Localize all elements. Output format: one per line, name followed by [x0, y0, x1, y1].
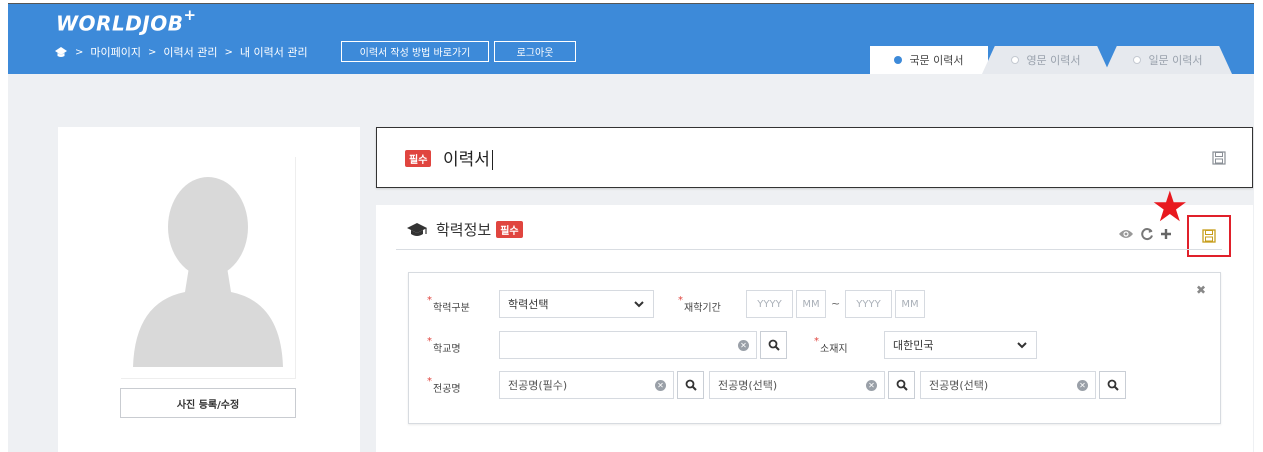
clear-icon[interactable]: ✕: [866, 380, 877, 391]
star-marker-icon: ★: [1151, 182, 1189, 231]
breadcrumb-item-mypage[interactable]: 마이페이지: [90, 44, 141, 60]
period-label: 재학기간: [678, 295, 721, 314]
resume-language-tabs: 국문 이력서 영문 이력서 일문 이력서: [868, 46, 1232, 74]
resume-title-card[interactable]: 필수 이력서: [376, 127, 1253, 188]
search-icon: [685, 379, 697, 391]
radio-selected-icon: [894, 56, 903, 64]
major-search-button-2[interactable]: [888, 371, 915, 399]
radio-empty-icon: [1011, 56, 1020, 64]
major-input-1-placeholder: 전공명(필수): [508, 379, 568, 392]
resume-title-input[interactable]: 이력서: [443, 145, 493, 170]
end-year-input[interactable]: YYYY: [845, 290, 892, 318]
start-year-input[interactable]: YYYY: [746, 290, 793, 318]
clear-icon[interactable]: ✕: [1077, 380, 1088, 391]
degree-label: 학력구분: [427, 295, 470, 314]
school-input[interactable]: ✕: [499, 331, 757, 359]
breadcrumb: > 마이페이지 > 이력서 관리 > 내 이력서 관리: [54, 44, 308, 60]
major-input-3[interactable]: 전공명(선택) ✕: [920, 371, 1096, 399]
school-search-button[interactable]: [760, 331, 787, 359]
tab-label: 국문 이력서: [909, 54, 964, 67]
chevron-down-icon: [634, 301, 644, 308]
page: WORLDJOB+ > 마이페이지 > 이력서 관리 > 내 이력서 관리 이력…: [8, 3, 1254, 452]
search-icon: [768, 339, 780, 351]
avatar-silhouette-icon: [133, 177, 283, 367]
save-icon[interactable]: [1212, 151, 1226, 165]
major-label: 전공명: [427, 376, 461, 395]
degree-select-value: 학력선택: [508, 298, 549, 311]
location-select-value: 대한민국: [893, 339, 934, 352]
search-icon: [1107, 379, 1119, 391]
chevron-down-icon: [1017, 342, 1027, 349]
major-input-2[interactable]: 전공명(선택) ✕: [709, 371, 885, 399]
breadcrumb-item-resume-manage[interactable]: 이력서 관리: [163, 44, 217, 60]
breadcrumb-separator: >: [224, 46, 233, 58]
major-input-3-placeholder: 전공명(선택): [929, 379, 989, 392]
header: WORLDJOB+ > 마이페이지 > 이력서 관리 > 내 이력서 관리 이력…: [8, 4, 1254, 74]
end-month-input[interactable]: MM: [895, 290, 925, 318]
major-search-button-1[interactable]: [677, 371, 704, 399]
photo-upload-button[interactable]: 사진 등록/수정: [120, 388, 296, 418]
save-highlight-box[interactable]: [1187, 215, 1231, 257]
major-input-2-placeholder: 전공명(선택): [718, 379, 778, 392]
divider: [396, 249, 1222, 250]
tab-korean-resume[interactable]: 국문 이력서: [870, 46, 988, 74]
education-form: ✖ 학력구분 학력선택 재학기간 YYYY MM ~ YYYY MM 학교명 ✕…: [408, 272, 1221, 424]
eye-icon[interactable]: [1118, 228, 1134, 240]
close-icon[interactable]: ✖: [1196, 283, 1206, 297]
logo[interactable]: WORLDJOB+: [56, 6, 197, 36]
search-icon: [896, 379, 908, 391]
logout-button[interactable]: 로그아웃: [494, 41, 576, 62]
education-card: 학력정보 필수 ★ ✖ * 학력구분 학력선택 * 재학기간 YYYY MM ~…: [376, 186, 1253, 452]
tab-label: 일문 이력서: [1148, 54, 1203, 67]
radio-empty-icon: [1133, 56, 1142, 64]
location-label: 소재지: [814, 336, 848, 355]
location-select[interactable]: 대한민국: [884, 331, 1037, 359]
period-tilde: ~: [831, 297, 841, 310]
breadcrumb-separator: >: [148, 46, 157, 58]
resume-guide-button[interactable]: 이력서 작성 방법 바로가기: [341, 41, 489, 62]
required-badge: 필수: [405, 150, 432, 167]
tab-japanese-resume[interactable]: 일문 이력서: [1104, 46, 1232, 74]
profile-photo-placeholder: [121, 157, 296, 379]
education-title: 학력정보: [436, 221, 492, 239]
education-header: 학력정보 필수: [406, 219, 523, 240]
tab-label: 영문 이력서: [1026, 54, 1081, 67]
graduation-cap-icon: [407, 222, 427, 236]
breadcrumb-separator: >: [75, 46, 84, 58]
resume-title-value: 이력서: [443, 150, 490, 170]
clear-icon[interactable]: ✕: [738, 340, 749, 351]
start-month-input[interactable]: MM: [796, 290, 826, 318]
clear-icon[interactable]: ✕: [655, 380, 666, 391]
text-caret: [491, 150, 493, 170]
major-input-1[interactable]: 전공명(필수) ✕: [499, 371, 674, 399]
photo-panel: 사진 등록/수정: [58, 127, 360, 452]
breadcrumb-item-my-resume[interactable]: 내 이력서 관리: [240, 44, 308, 60]
school-label: 학교명: [427, 336, 461, 355]
tab-english-resume[interactable]: 영문 이력서: [982, 46, 1110, 74]
required-badge: 필수: [496, 221, 523, 238]
major-search-button-3[interactable]: [1099, 371, 1126, 399]
degree-select[interactable]: 학력선택: [499, 290, 654, 318]
save-icon[interactable]: [1202, 229, 1216, 243]
home-icon[interactable]: [54, 46, 68, 58]
